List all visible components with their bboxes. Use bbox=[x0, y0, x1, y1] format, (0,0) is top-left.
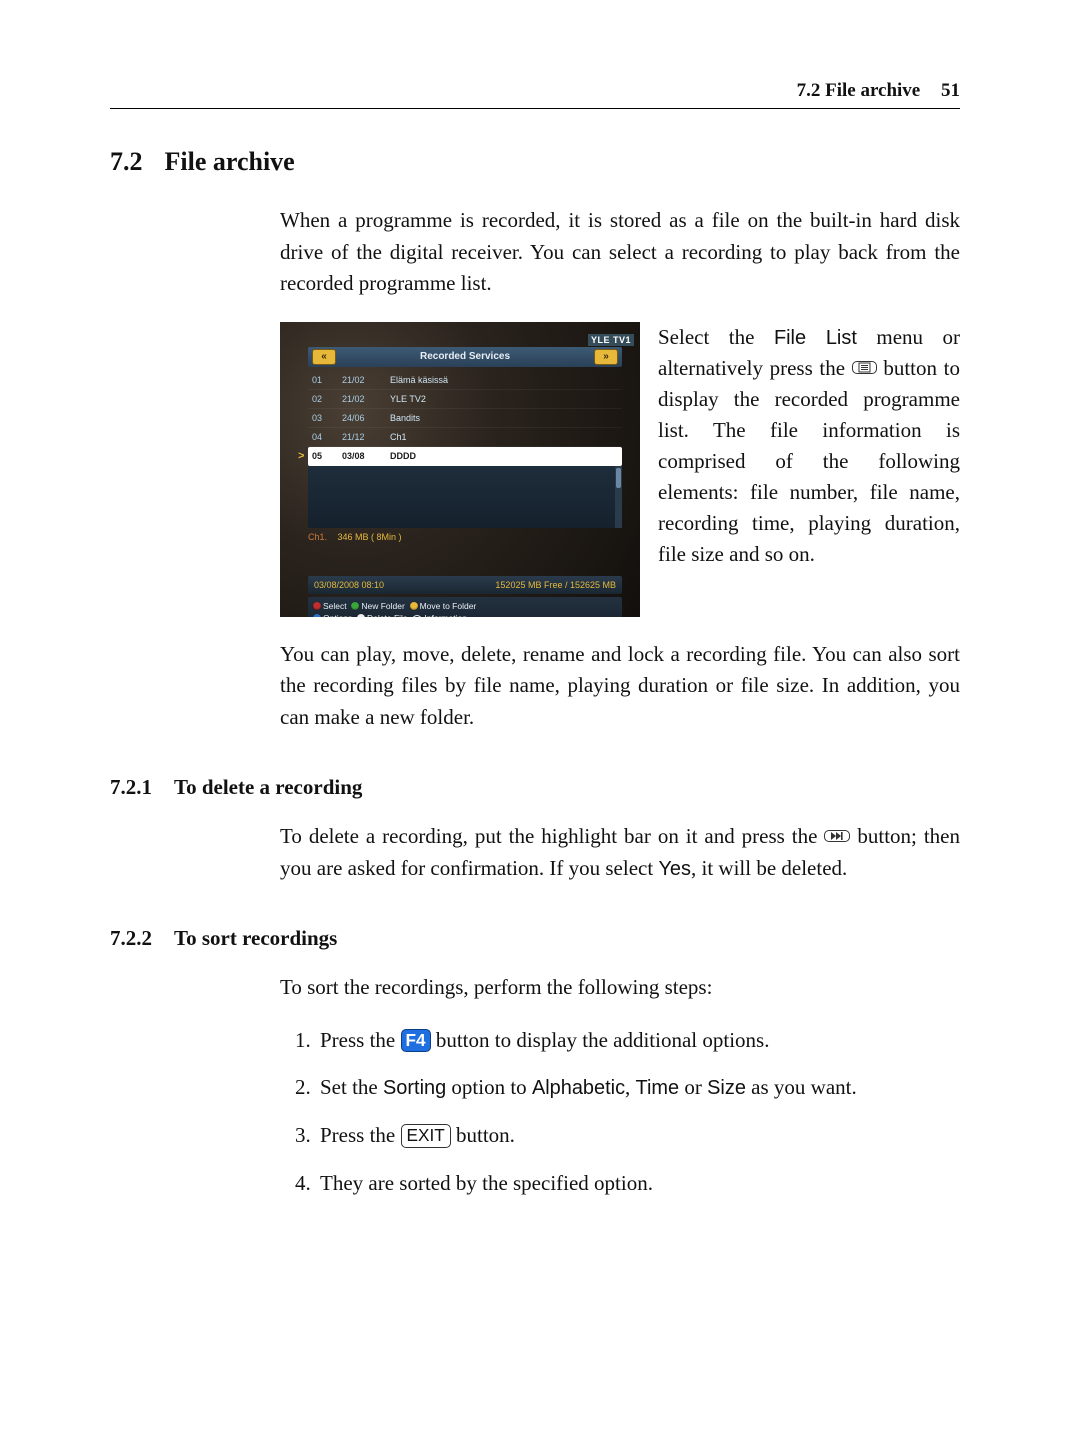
yellow-dot-icon bbox=[410, 602, 418, 610]
green-dot-icon bbox=[351, 602, 359, 610]
nav-prev-button[interactable]: « bbox=[312, 349, 336, 365]
figure-side-text: Select the File List menu or alternative… bbox=[658, 322, 960, 571]
selection-info: Ch1. 346 MB ( 8Min ) bbox=[308, 532, 622, 542]
table-row-selected[interactable]: 05 03/08 DDDD bbox=[308, 447, 622, 466]
section-heading: 7.2 File archive bbox=[110, 147, 960, 177]
list-item: Press the F4 button to display the addit… bbox=[316, 1025, 960, 1057]
osd-title-bar: « Recorded Services » bbox=[308, 347, 622, 367]
sorting-option-label: Sorting bbox=[383, 1077, 446, 1099]
osd-panel: « Recorded Services » 01 21/02 Elämä käs… bbox=[308, 347, 622, 617]
section-intro: When a programme is recorded, it is stor… bbox=[280, 205, 960, 300]
skip-next-button-icon bbox=[824, 830, 850, 842]
running-head: 7.2 File archive 51 bbox=[110, 80, 960, 102]
figure-row: YLE TV1 « Recorded Services » 01 21/02 E… bbox=[280, 322, 960, 617]
exit-button-icon: EXIT bbox=[401, 1124, 451, 1148]
delete-recording-paragraph: To delete a recording, put the highlight… bbox=[280, 821, 960, 884]
section-number: 7.2 bbox=[110, 147, 143, 177]
channel-badge: YLE TV1 bbox=[588, 334, 634, 346]
yes-option-label: Yes bbox=[658, 858, 691, 880]
white-dot-icon bbox=[357, 614, 365, 616]
subsection-title: To sort recordings bbox=[174, 926, 337, 951]
alphabetic-option: Alphabetic bbox=[532, 1077, 625, 1099]
legend: Select New Folder Move to Folder Options… bbox=[308, 597, 622, 617]
blue-dot-icon bbox=[313, 614, 321, 616]
info-channel: Ch1. bbox=[308, 532, 327, 542]
subsection-title: To delete a recording bbox=[174, 775, 362, 800]
page-number: 51 bbox=[941, 80, 960, 102]
scrollbar[interactable] bbox=[615, 466, 622, 528]
list-item: Press the EXIT button. bbox=[316, 1120, 960, 1152]
after-figure-paragraph: You can play, move, delete, rename and l… bbox=[280, 639, 960, 734]
subsection-number: 7.2.2 bbox=[110, 926, 152, 951]
table-row[interactable]: 01 21/02 Elämä käsissä bbox=[308, 371, 622, 390]
table-row[interactable]: 02 21/02 YLE TV2 bbox=[308, 390, 622, 409]
size-option: Size bbox=[707, 1077, 746, 1099]
subsection-number: 7.2.1 bbox=[110, 775, 152, 800]
recorded-services-screenshot: YLE TV1 « Recorded Services » 01 21/02 E… bbox=[280, 322, 640, 617]
status-datetime: 03/08/2008 08:10 bbox=[314, 580, 384, 590]
info-size: 346 MB ( 8Min ) bbox=[338, 532, 402, 542]
nav-next-button[interactable]: » bbox=[594, 349, 618, 365]
status-disk: 152025 MB Free / 152625 MB bbox=[495, 580, 616, 590]
osd-title: Recorded Services bbox=[420, 351, 510, 362]
list-item: Set the Sorting option to Alphabetic, Ti… bbox=[316, 1072, 960, 1104]
status-bar: 03/08/2008 08:10 152025 MB Free / 152625… bbox=[308, 576, 622, 594]
list-item: They are sorted by the specified option. bbox=[316, 1168, 960, 1200]
sort-intro: To sort the recordings, perform the foll… bbox=[280, 972, 960, 1004]
recording-list: 01 21/02 Elämä käsissä 02 21/02 YLE TV2 … bbox=[308, 371, 622, 528]
time-option: Time bbox=[636, 1077, 680, 1099]
subsection-heading: 7.2.2 To sort recordings bbox=[110, 926, 960, 951]
section-title: File archive bbox=[165, 147, 295, 177]
subsection-heading: 7.2.1 To delete a recording bbox=[110, 775, 960, 800]
file-list-button-icon bbox=[852, 361, 877, 374]
file-list-menu-name: File List bbox=[774, 327, 857, 349]
info-dot-icon: i bbox=[412, 615, 422, 616]
table-row[interactable]: 03 24/06 Bandits bbox=[308, 409, 622, 428]
sort-steps-list: Press the F4 button to display the addit… bbox=[280, 1025, 960, 1199]
list-empty-area bbox=[308, 466, 622, 528]
f4-button-icon: F4 bbox=[401, 1029, 431, 1053]
red-dot-icon bbox=[313, 602, 321, 610]
header-rule bbox=[110, 108, 960, 109]
table-row[interactable]: 04 21/12 Ch1 bbox=[308, 428, 622, 447]
running-head-section: 7.2 File archive bbox=[797, 80, 921, 101]
